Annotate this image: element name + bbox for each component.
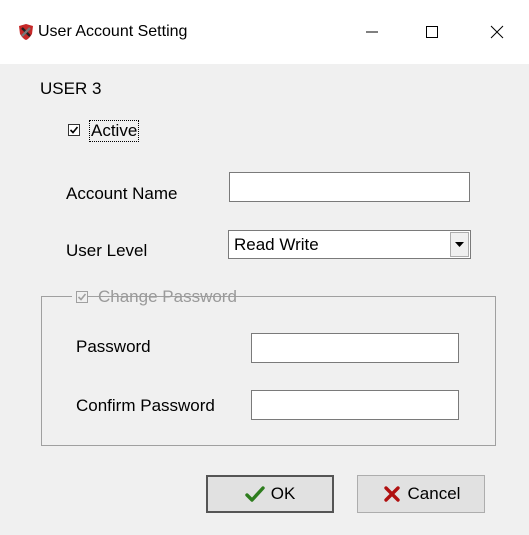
account-name-input[interactable] — [229, 172, 470, 202]
minimize-button[interactable] — [349, 12, 395, 52]
checkmark-icon — [245, 484, 265, 504]
user-heading: USER 3 — [40, 79, 102, 98]
user-level-value: Read Write — [234, 235, 319, 254]
active-checkbox[interactable] — [68, 124, 80, 136]
title-bar: User Account Setting — [0, 0, 529, 64]
close-icon — [490, 25, 504, 39]
minimize-icon — [366, 31, 378, 33]
ok-button[interactable]: OK — [206, 475, 334, 513]
app-icon — [16, 22, 36, 42]
password-input[interactable] — [251, 333, 459, 363]
x-mark-icon — [382, 484, 402, 504]
change-password-legend: Change Password — [72, 287, 237, 309]
cancel-label: Cancel — [407, 484, 461, 503]
change-password-label: Change Password — [98, 287, 237, 306]
confirm-password-label: Confirm Password — [76, 396, 215, 415]
change-password-checkbox[interactable] — [76, 291, 88, 303]
active-label[interactable]: Active — [88, 120, 140, 142]
account-name-label: Account Name — [66, 184, 178, 203]
maximize-icon — [426, 26, 438, 38]
user-level-label: User Level — [66, 241, 148, 260]
change-password-group — [41, 296, 496, 446]
maximize-button[interactable] — [409, 12, 455, 52]
ok-label: OK — [270, 484, 296, 503]
checkmark-icon — [77, 293, 87, 301]
window-title: User Account Setting — [38, 23, 188, 40]
confirm-password-input[interactable] — [251, 390, 459, 420]
user-level-select[interactable]: Read Write — [228, 230, 471, 259]
password-label: Password — [76, 337, 151, 356]
close-button[interactable] — [474, 12, 520, 52]
checkmark-icon — [69, 126, 79, 134]
dropdown-button[interactable] — [450, 232, 469, 257]
chevron-down-icon — [455, 241, 464, 247]
user-account-setting-window: User Account Setting USER 3 Active Accou… — [0, 0, 529, 535]
cancel-button[interactable]: Cancel — [357, 475, 485, 513]
